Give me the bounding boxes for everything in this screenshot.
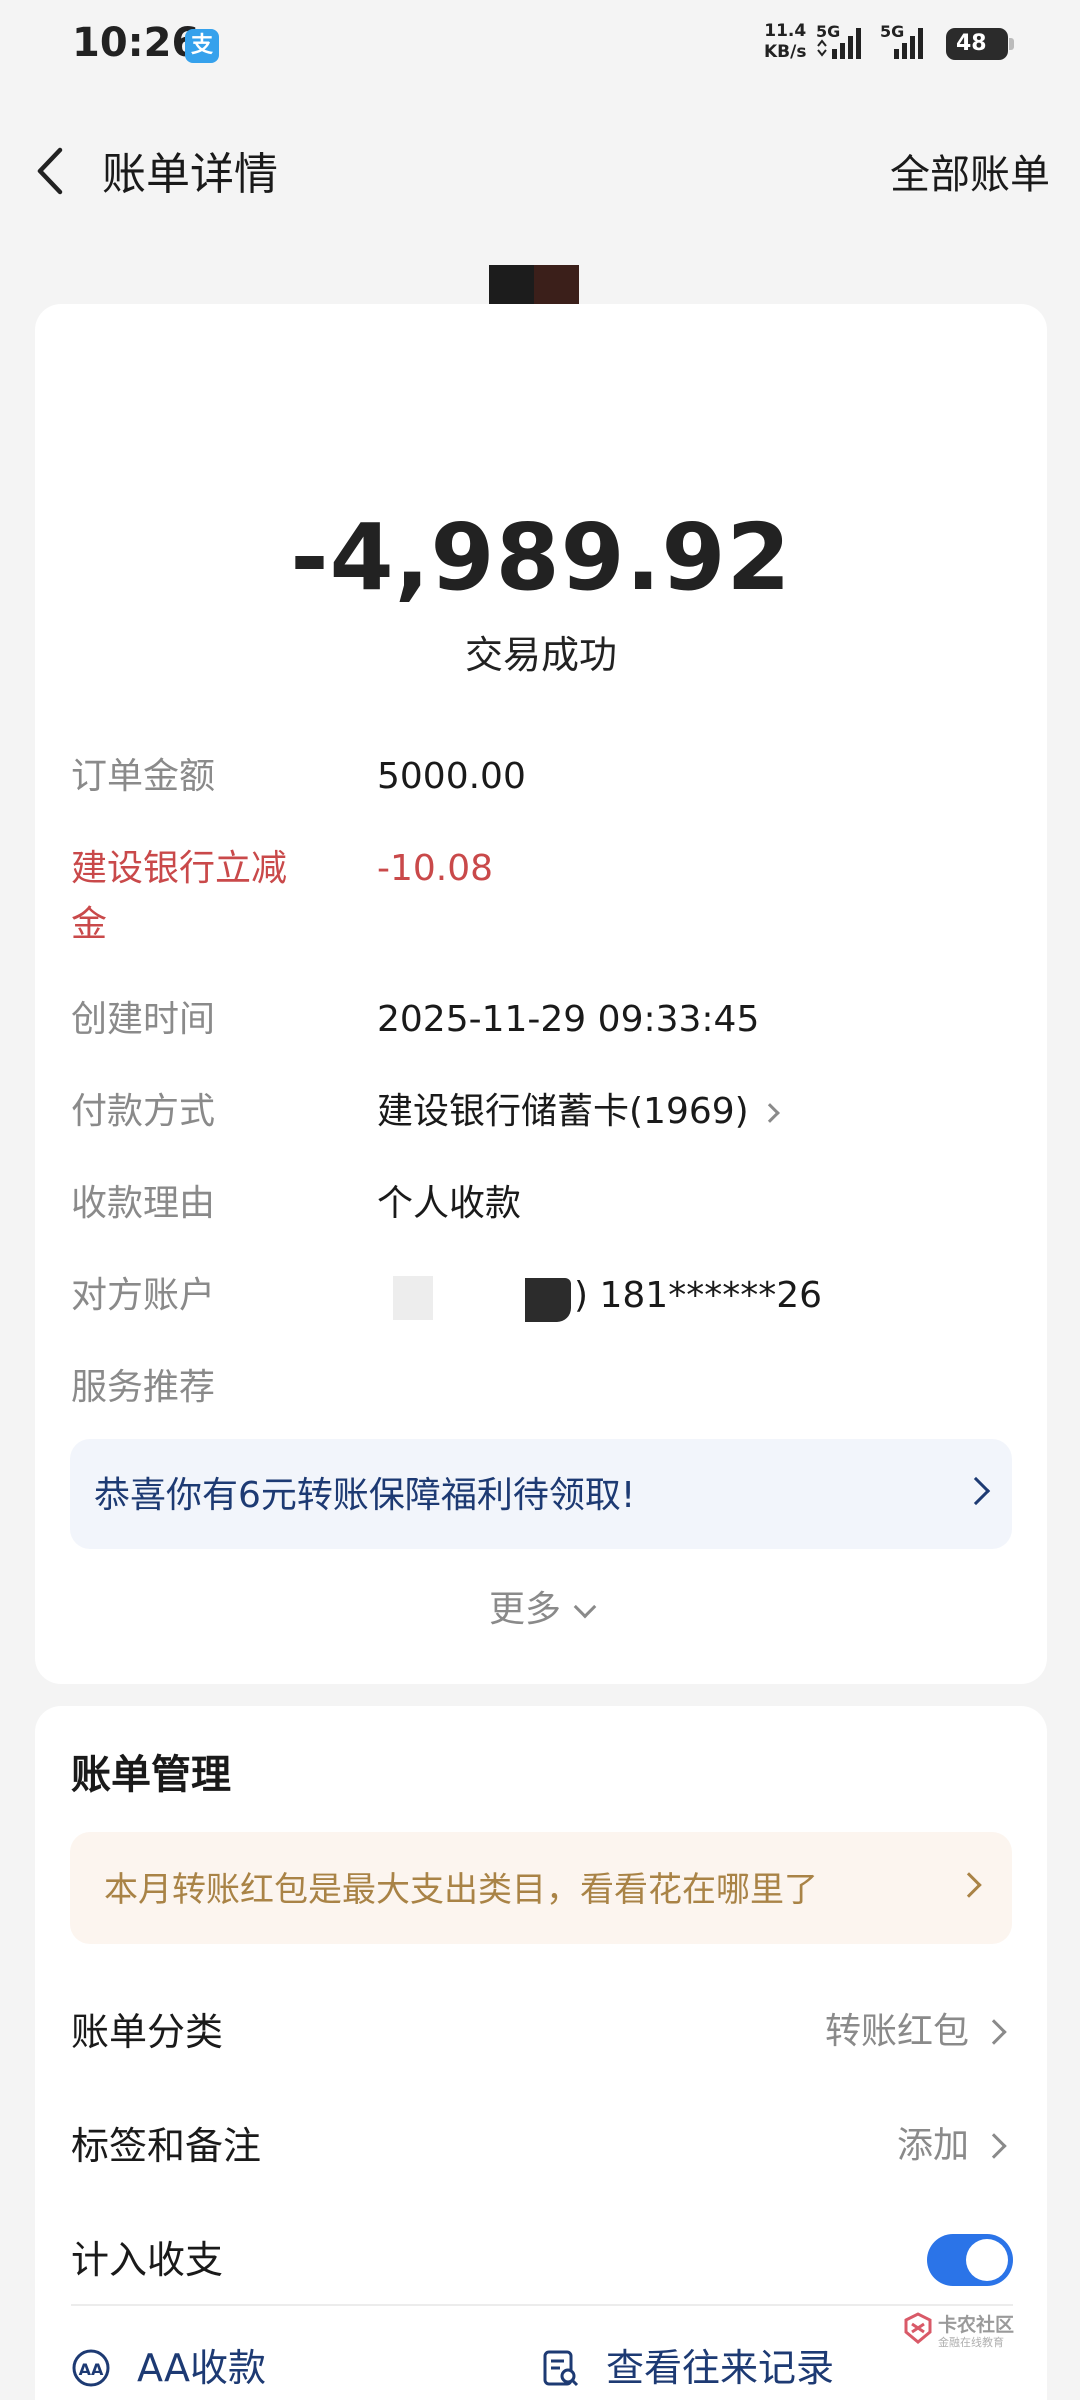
detail-label: 服务推荐 <box>71 1367 216 1408</box>
row-label: 标签和备注 <box>71 2124 262 2168</box>
row-value: 转账红包 <box>824 2011 969 2052</box>
status-bar: 10:26 支 11.4 KB/s 5G 5G 48 <box>0 0 1080 92</box>
transaction-card: -4,989.92 交易成功 订单金额 5000.00 建设银行立减金 -10.… <box>35 304 1047 1684</box>
watermark: 卡农社区 金融在线教育 <box>902 2310 1022 2350</box>
detail-label: 创建时间 <box>71 999 216 1040</box>
chevron-right-icon <box>956 1872 982 1898</box>
svg-text:AA: AA <box>79 2360 104 2379</box>
row-value: 添加 <box>896 2125 969 2166</box>
page-title: 账单详情 <box>102 149 278 200</box>
network-speed: 11.4 KB/s <box>764 21 806 63</box>
chevron-right-icon <box>961 1476 991 1506</box>
aa-icon: AA <box>72 2349 110 2387</box>
chevron-right-icon <box>981 2133 1007 2159</box>
transfer-protection-promo[interactable]: 恭喜你有6元转账保障福利待领取! <box>70 1439 1012 1549</box>
watermark-logo-icon <box>904 2312 932 2344</box>
detail-label: 建设银行立减金 <box>71 848 288 945</box>
more-button[interactable]: 更多 <box>35 1580 1047 1632</box>
divider <box>71 2304 1013 2306</box>
toggle-knob <box>966 2239 1008 2281</box>
watermark-title: 卡农社区 <box>938 2314 1015 2336</box>
chevron-right-icon <box>981 2019 1007 2045</box>
action-label: AA收款 <box>137 2346 267 2390</box>
watermark-subtitle: 金融在线教育 <box>938 2336 1004 2349</box>
detail-value: 建设银行储蓄卡(1969) <box>377 1091 749 1132</box>
chevron-right-icon <box>759 1103 780 1123</box>
payment-method-value[interactable]: 建设银行储蓄卡(1969) <box>377 1084 780 1140</box>
network-speed-value: 11.4 <box>764 21 807 41</box>
tags-notes-row[interactable]: 标签和备注 添加 <box>71 2116 1013 2176</box>
bill-category-row[interactable]: 账单分类 转账红包 <box>71 2002 1013 2062</box>
more-label: 更多 <box>488 1589 561 1630</box>
spending-insight-banner[interactable]: 本月转账红包是最大支出类目，看看花在哪里了 <box>70 1832 1012 1944</box>
redacted-block <box>525 1278 571 1322</box>
include-in-stats-row: 计入收支 <box>71 2230 1013 2290</box>
alipay-notification-icon: 支 <box>185 29 219 63</box>
transaction-amount: -4,989.92 <box>290 504 792 611</box>
promo-text: 恭喜你有6元转账保障福利待领取! <box>94 1475 636 1516</box>
detail-label: 对方账户 <box>71 1275 216 1316</box>
nav-header: 账单详情 全部账单 <box>0 120 1080 220</box>
records-icon <box>543 2350 579 2387</box>
sim2-signal-icon: 5G <box>880 22 938 62</box>
detail-label: 收款理由 <box>71 1183 216 1224</box>
sim1-signal-icon: 5G <box>816 22 874 62</box>
back-arrow-icon[interactable] <box>30 144 70 198</box>
bill-management-card: 账单管理 本月转账红包是最大支出类目，看看花在哪里了 账单分类 转账红包 标签和… <box>35 1706 1047 2400</box>
detail-value: 5000.00 <box>377 756 526 797</box>
all-bills-link[interactable]: 全部账单 <box>890 142 1050 200</box>
include-in-stats-toggle[interactable] <box>927 2234 1013 2286</box>
detail-value: 个人收款 <box>377 1183 522 1224</box>
detail-label: 订单金额 <box>71 756 216 797</box>
row-label: 账单分类 <box>71 2010 224 2054</box>
status-time: 10:26 <box>72 20 200 66</box>
detail-value: 2025-11-29 09:33:45 <box>377 999 760 1040</box>
network-speed-unit: KB/s <box>764 42 807 62</box>
section-title: 账单管理 <box>71 1752 231 1798</box>
bill-detail-screen: 10:26 支 11.4 KB/s 5G 5G 48 账单详情 全部账单 -4,… <box>0 0 1080 2400</box>
detail-value: -10.08 <box>377 848 494 889</box>
detail-value: ) 181******26 <box>574 1275 823 1316</box>
detail-label: 付款方式 <box>71 1091 216 1132</box>
insight-text: 本月转账红包是最大支出类目，看看花在哪里了 <box>104 1870 818 1910</box>
redacted-area <box>393 1276 433 1320</box>
battery-icon: 48 <box>946 28 1014 60</box>
row-label: 计入收支 <box>71 2238 224 2282</box>
transaction-status: 交易成功 <box>464 633 617 677</box>
action-label: 查看往来记录 <box>606 2346 835 2390</box>
chevron-down-icon <box>573 1595 597 1619</box>
